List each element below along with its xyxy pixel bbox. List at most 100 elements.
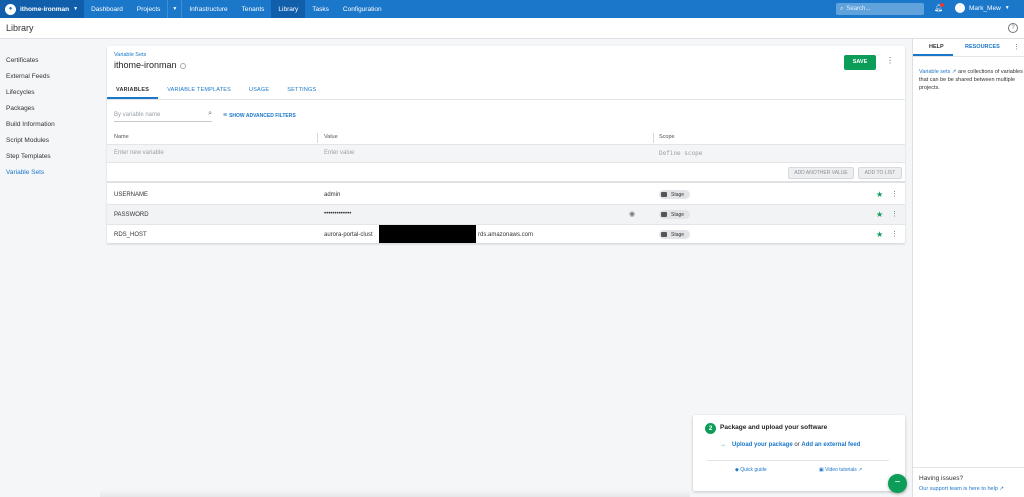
table-row[interactable]: RDS_HOST aurora-portal-clust rds.amazona… bbox=[107, 225, 905, 245]
sidebar-item-packages[interactable]: Packages bbox=[0, 101, 100, 117]
nav-library[interactable]: Library bbox=[271, 0, 306, 18]
tab-settings[interactable]: SETTINGS bbox=[278, 81, 325, 99]
help-panel: HELP RESOURCES ⋮ Variable sets ↗ are col… bbox=[912, 39, 1024, 497]
projects-dropdown-icon[interactable]: ▼ bbox=[167, 0, 183, 18]
search-icon: ⌕ bbox=[208, 110, 212, 117]
add-another-value-button[interactable]: ADD ANOTHER VALUE bbox=[788, 167, 854, 179]
page-title: Library bbox=[6, 23, 34, 33]
column-resize-handle[interactable] bbox=[653, 133, 654, 143]
library-sidebar: Certificates External Feeds Lifecycles P… bbox=[0, 53, 100, 181]
user-menu[interactable]: Mark_Mew ▼ bbox=[955, 3, 1010, 13]
help-description: Variable sets ↗ are collections of varia… bbox=[919, 68, 1023, 92]
sidebar-item-certificates[interactable]: Certificates bbox=[0, 53, 100, 69]
eye-icon[interactable]: ◉ bbox=[629, 210, 635, 218]
sidebar-item-step-templates[interactable]: Step Templates bbox=[0, 149, 100, 165]
show-advanced-filters-button[interactable]: ≡ SHOW ADVANCED FILTERS bbox=[223, 112, 296, 119]
upload-package-link[interactable]: Upload your package bbox=[732, 442, 793, 448]
external-link-icon: ↗ bbox=[856, 467, 863, 473]
new-variable-row: Enter new variable Enter value Define sc… bbox=[107, 145, 905, 163]
onboarding-title: Package and upload your software bbox=[720, 424, 828, 431]
variable-set-title: ithome-ironman bbox=[114, 60, 186, 70]
quick-guide-label: Quick guide bbox=[740, 467, 767, 473]
nav-tasks[interactable]: Tasks bbox=[305, 0, 336, 18]
column-resize-handle[interactable] bbox=[317, 133, 318, 143]
breadcrumb[interactable]: Variable Sets bbox=[114, 52, 146, 58]
support-link[interactable]: Our support team is here to help ↗ bbox=[919, 486, 1004, 492]
sidebar-item-lifecycles[interactable]: Lifecycles bbox=[0, 85, 100, 101]
add-external-feed-link[interactable]: Add an external feed bbox=[801, 442, 860, 448]
nav-configuration[interactable]: Configuration bbox=[336, 0, 389, 18]
table-row[interactable]: USERNAME admin Stage ★ ⋮ bbox=[107, 185, 905, 205]
search-input[interactable]: ⌕ Search... bbox=[836, 3, 924, 15]
new-variable-name-input[interactable]: Enter new variable bbox=[114, 150, 164, 156]
add-to-list-button[interactable]: ADD TO LIST bbox=[858, 167, 902, 179]
variable-sets-link[interactable]: Variable sets bbox=[919, 69, 950, 75]
sidebar-item-build-information[interactable]: Build Information bbox=[0, 117, 100, 133]
star-icon[interactable]: ★ bbox=[876, 230, 883, 239]
scope-chip: Stage bbox=[659, 230, 691, 239]
minus-icon[interactable]: − bbox=[888, 474, 907, 493]
tab-help[interactable]: HELP bbox=[929, 44, 944, 50]
new-variable-actions: ADD ANOTHER VALUE ADD TO LIST bbox=[107, 163, 905, 183]
row-more-icon[interactable]: ⋮ bbox=[891, 210, 898, 218]
tab-variables[interactable]: VARIABLES bbox=[107, 81, 159, 99]
avatar bbox=[955, 3, 965, 13]
table-row[interactable]: ••••••••••••• PASSWORD ◉ Stage ★ ⋮ bbox=[107, 205, 905, 225]
tab-variable-templates[interactable]: VARIABLE TEMPLATES bbox=[158, 81, 240, 99]
video-tutorials-label: Video tutorials bbox=[825, 467, 857, 473]
space-logo-icon: ● bbox=[5, 3, 16, 15]
table-header: Name Value Scope bbox=[107, 131, 905, 145]
star-icon[interactable]: ★ bbox=[876, 210, 883, 219]
filter-placeholder: By variable name bbox=[114, 112, 161, 118]
sidebar-item-script-modules[interactable]: Script Modules bbox=[0, 133, 100, 149]
variable-value-prefix: aurora-portal-clust bbox=[324, 232, 373, 238]
environment-icon bbox=[661, 192, 667, 197]
external-link-icon: ↗ bbox=[997, 486, 1005, 492]
column-header-name: Name bbox=[114, 134, 129, 140]
help-panel-tabs: HELP RESOURCES ⋮ bbox=[913, 39, 1024, 57]
user-name: Mark_Mew bbox=[969, 4, 1001, 12]
save-button[interactable]: SAVE bbox=[844, 55, 876, 70]
search-placeholder: Search... bbox=[846, 6, 871, 12]
advanced-filters-label: SHOW ADVANCED FILTERS bbox=[229, 112, 296, 119]
sidebar-item-variable-sets[interactable]: Variable Sets bbox=[0, 165, 100, 181]
page-header: Library ? bbox=[0, 18, 1024, 39]
more-options-icon[interactable]: ⋮ bbox=[886, 56, 894, 65]
help-icon[interactable]: ? bbox=[1008, 23, 1018, 33]
row-more-icon[interactable]: ⋮ bbox=[891, 230, 898, 238]
quick-guide-link[interactable]: ◆ Quick guide bbox=[735, 467, 767, 473]
video-tutorials-link[interactable]: ▣ Video tutorials ↗ bbox=[819, 467, 862, 473]
nav-dashboard[interactable]: Dashboard bbox=[84, 0, 130, 18]
row-more-icon[interactable]: ⋮ bbox=[891, 190, 898, 198]
more-options-icon[interactable]: ⋮ bbox=[1013, 43, 1020, 51]
scope-chip: Stage bbox=[659, 210, 691, 219]
column-header-value: Value bbox=[324, 134, 338, 140]
scope-label: Stage bbox=[671, 191, 685, 198]
arrow-right-icon: → bbox=[720, 442, 726, 448]
variable-set-name: ithome-ironman bbox=[114, 60, 177, 70]
having-issues-title: Having issues? bbox=[919, 475, 964, 482]
space-selector[interactable]: ● ithome-ironman ▼ bbox=[0, 0, 85, 18]
filter-icon: ≡ bbox=[223, 112, 228, 119]
variable-value: admin bbox=[324, 192, 341, 198]
nav-infrastructure[interactable]: Infrastructure bbox=[182, 0, 234, 18]
active-tab-indicator bbox=[913, 54, 953, 56]
variable-set-tabs: VARIABLES VARIABLE TEMPLATES USAGE SETTI… bbox=[107, 81, 325, 99]
scope-chip: Stage bbox=[659, 190, 691, 199]
bottom-scroll-shadow bbox=[100, 490, 690, 497]
scope-label: Stage bbox=[671, 231, 685, 238]
nav-tenants[interactable]: Tenants bbox=[235, 0, 272, 18]
onboarding-actions: → Upload your package or Add an external … bbox=[720, 442, 860, 448]
divider bbox=[707, 460, 889, 461]
info-icon bbox=[179, 62, 186, 69]
variable-name: PASSWORD bbox=[114, 212, 149, 218]
variable-name-filter-input[interactable]: By variable name ⌕ bbox=[114, 108, 212, 122]
star-icon[interactable]: ★ bbox=[876, 190, 883, 199]
nav-projects[interactable]: Projects bbox=[130, 0, 167, 18]
sidebar-item-external-feeds[interactable]: External Feeds bbox=[0, 69, 100, 85]
new-variable-value-input[interactable]: Enter value bbox=[324, 150, 354, 156]
tab-resources[interactable]: RESOURCES bbox=[965, 44, 1000, 50]
new-variable-scope-input[interactable]: Define scope bbox=[659, 150, 702, 157]
step-number: 2 bbox=[705, 423, 716, 434]
tab-usage[interactable]: USAGE bbox=[240, 81, 278, 99]
